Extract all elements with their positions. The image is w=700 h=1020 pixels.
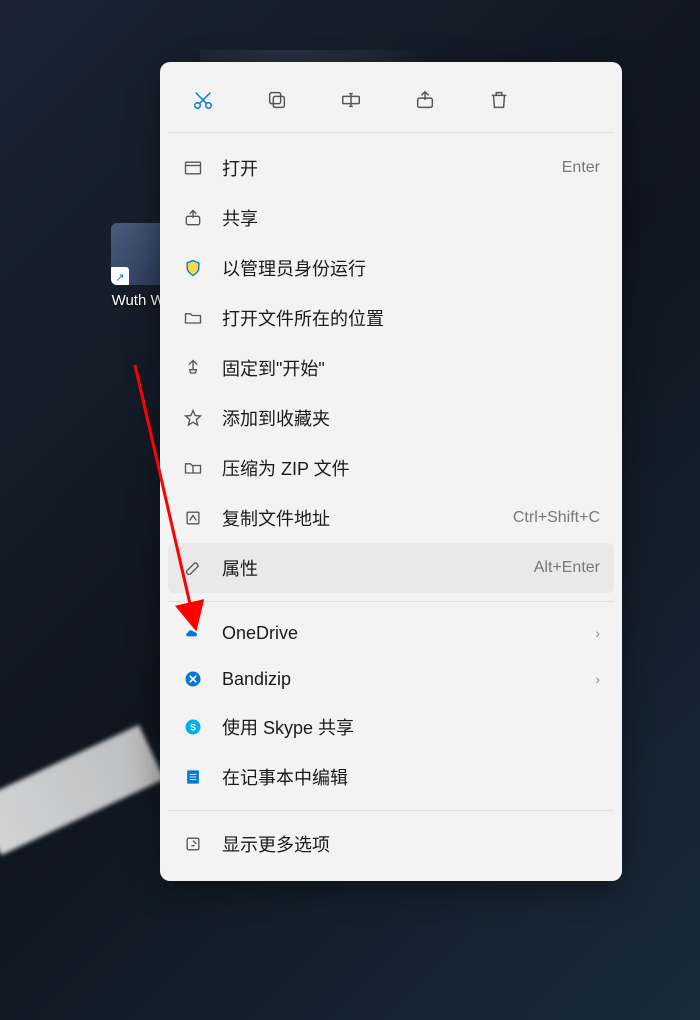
chevron-right-icon: › — [595, 625, 600, 641]
trash-icon — [488, 89, 510, 111]
menu-divider — [168, 601, 614, 602]
menu-item-shortcut: Enter — [562, 159, 600, 177]
folder-icon — [182, 307, 204, 329]
menu-copy-path[interactable]: 复制文件地址 Ctrl+Shift+C — [168, 493, 614, 543]
menu-item-label: 以管理员身份运行 — [222, 255, 600, 281]
menu-notepad-edit[interactable]: 在记事本中编辑 — [168, 752, 614, 802]
menu-item-label: 共享 — [222, 205, 600, 231]
menu-open[interactable]: 打开 Enter — [168, 143, 614, 193]
context-toolbar — [168, 70, 614, 133]
menu-run-admin[interactable]: 以管理员身份运行 — [168, 243, 614, 293]
rename-button[interactable] — [326, 80, 376, 120]
menu-item-shortcut: Ctrl+Shift+C — [513, 509, 600, 527]
context-menu: 打开 Enter 共享 以管理员身份运行 打开文件所在的位置 固定到"开始" — [160, 62, 622, 881]
shield-icon — [182, 257, 204, 279]
menu-item-label: Bandizip — [222, 669, 577, 690]
wrench-icon — [182, 557, 204, 579]
menu-item-label: 在记事本中编辑 — [222, 764, 600, 790]
scissors-icon — [192, 89, 214, 111]
menu-divider — [168, 810, 614, 811]
copy-icon — [266, 89, 288, 111]
copy-path-icon — [182, 507, 204, 529]
cut-button[interactable] — [178, 80, 228, 120]
menu-item-shortcut: Alt+Enter — [534, 559, 600, 577]
menu-item-label: 添加到收藏夹 — [222, 405, 600, 431]
open-icon — [182, 157, 204, 179]
menu-more-options[interactable]: 显示更多选项 — [168, 819, 614, 869]
pin-icon — [182, 357, 204, 379]
menu-item-label: 打开文件所在的位置 — [222, 305, 600, 331]
menu-item-label: 属性 — [222, 555, 516, 581]
menu-add-favorites[interactable]: 添加到收藏夹 — [168, 393, 614, 443]
share-out-icon — [182, 207, 204, 229]
svg-text:S: S — [190, 722, 196, 732]
menu-item-label: 复制文件地址 — [222, 505, 495, 531]
skype-icon: S — [182, 716, 204, 738]
onedrive-icon — [182, 622, 204, 644]
menu-onedrive[interactable]: OneDrive › — [168, 610, 614, 656]
wallpaper-decoration — [0, 725, 164, 855]
chevron-right-icon: › — [595, 671, 600, 687]
share-button[interactable] — [400, 80, 450, 120]
menu-item-label: 使用 Skype 共享 — [222, 714, 600, 740]
menu-item-label: 显示更多选项 — [222, 831, 600, 857]
menu-share[interactable]: 共享 — [168, 193, 614, 243]
menu-item-label: 打开 — [222, 155, 544, 181]
zip-icon — [182, 457, 204, 479]
menu-pin-start[interactable]: 固定到"开始" — [168, 343, 614, 393]
rename-icon — [340, 89, 362, 111]
copy-button[interactable] — [252, 80, 302, 120]
more-options-icon — [182, 833, 204, 855]
menu-properties[interactable]: 属性 Alt+Enter — [168, 543, 614, 593]
menu-item-label: 压缩为 ZIP 文件 — [222, 455, 600, 481]
menu-open-location[interactable]: 打开文件所在的位置 — [168, 293, 614, 343]
shortcut-arrow-icon: ↗ — [114, 271, 126, 283]
delete-button[interactable] — [474, 80, 524, 120]
menu-item-label: 固定到"开始" — [222, 355, 600, 381]
menu-item-label: OneDrive — [222, 623, 577, 644]
menu-skype-share[interactable]: S 使用 Skype 共享 — [168, 702, 614, 752]
bandizip-icon — [182, 668, 204, 690]
menu-bandizip[interactable]: Bandizip › — [168, 656, 614, 702]
menu-compress-zip[interactable]: 压缩为 ZIP 文件 — [168, 443, 614, 493]
share-icon — [414, 89, 436, 111]
notepad-icon — [182, 766, 204, 788]
star-icon — [182, 407, 204, 429]
